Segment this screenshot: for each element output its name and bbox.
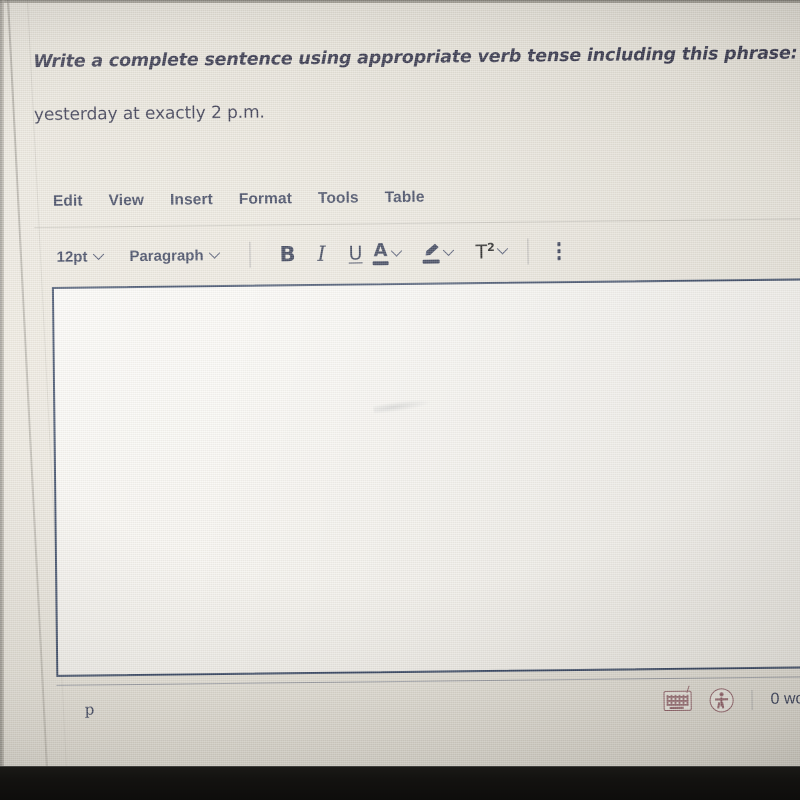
italic-button[interactable]: I — [304, 239, 338, 269]
bold-button[interactable]: B — [270, 239, 304, 269]
accessibility-head — [719, 692, 724, 697]
chevron-down-icon — [211, 249, 220, 258]
prompt-phrase: yesterday at exactly 2 p.m. — [33, 102, 265, 126]
kebab-dot — [557, 249, 561, 253]
menu-item-edit[interactable]: Edit — [53, 193, 83, 211]
rich-text-editor-area[interactable] — [51, 278, 800, 677]
toolbar-divider — [249, 241, 251, 268]
keyboard-keys — [666, 694, 689, 706]
menu-item-insert[interactable]: Insert — [170, 191, 213, 209]
superscript-control[interactable]: T2 — [475, 241, 508, 264]
highlight-color-control[interactable] — [421, 242, 453, 264]
device-bottom-bezel — [0, 766, 800, 800]
screen-top-edge — [0, 0, 800, 3]
keyboard-icon[interactable] — [663, 685, 692, 712]
kebab-dot — [557, 256, 561, 260]
statusbar-separator — [751, 690, 753, 711]
photographed-screen: Write a complete sentence using appropri… — [0, 0, 800, 766]
editor-statusbar: p 0 words — [56, 683, 800, 732]
keyboard-tail — [681, 685, 690, 693]
assignment-page: Write a complete sentence using appropri… — [0, 0, 800, 766]
bezel-highlight — [0, 766, 800, 767]
highlighter-icon — [421, 242, 440, 264]
keyboard-spacebar — [669, 706, 684, 709]
font-size-value: 12pt — [56, 248, 88, 266]
kebab-menu-icon[interactable] — [549, 236, 569, 266]
accessibility-icon[interactable] — [709, 688, 734, 713]
menu-item-tools[interactable]: Tools — [318, 189, 359, 207]
text-color-swatch — [372, 260, 389, 265]
statusbar-right-group: 0 words — [663, 685, 800, 713]
prompt-heading: Write a complete sentence using appropri… — [33, 43, 798, 73]
chevron-down-icon[interactable] — [444, 246, 453, 255]
block-format-select[interactable]: Paragraph — [129, 247, 219, 265]
text-color-control[interactable]: A — [372, 239, 401, 265]
chevron-down-icon[interactable] — [499, 245, 508, 254]
editor-toolbar: 12pt Paragraph B I U A T2 — [56, 236, 569, 272]
accessibility-leg-right — [721, 702, 725, 709]
underline-button[interactable]: U — [338, 238, 372, 268]
chevron-down-icon[interactable] — [392, 246, 401, 255]
text-color-letter: A — [373, 239, 388, 261]
menu-item-table[interactable]: Table — [385, 189, 425, 207]
font-size-select[interactable]: 12pt — [56, 248, 103, 266]
highlight-color-swatch — [422, 259, 440, 264]
screen-left-edge — [0, 0, 4, 766]
editor-menubar: Edit View Insert Format Tools Table — [53, 189, 425, 211]
element-path[interactable]: p — [85, 700, 95, 718]
chevron-down-icon — [94, 250, 103, 259]
menu-item-view[interactable]: View — [109, 192, 145, 210]
block-format-value: Paragraph — [129, 246, 204, 265]
word-count: 0 words — [770, 690, 800, 708]
kebab-dot — [556, 242, 561, 246]
menubar-divider — [34, 218, 800, 229]
photo-smudge — [372, 397, 432, 415]
superscript-icon: T2 — [475, 240, 495, 264]
menu-item-format[interactable]: Format — [239, 190, 292, 209]
text-color-icon: A — [372, 239, 389, 265]
toolbar-divider-2 — [527, 238, 529, 265]
